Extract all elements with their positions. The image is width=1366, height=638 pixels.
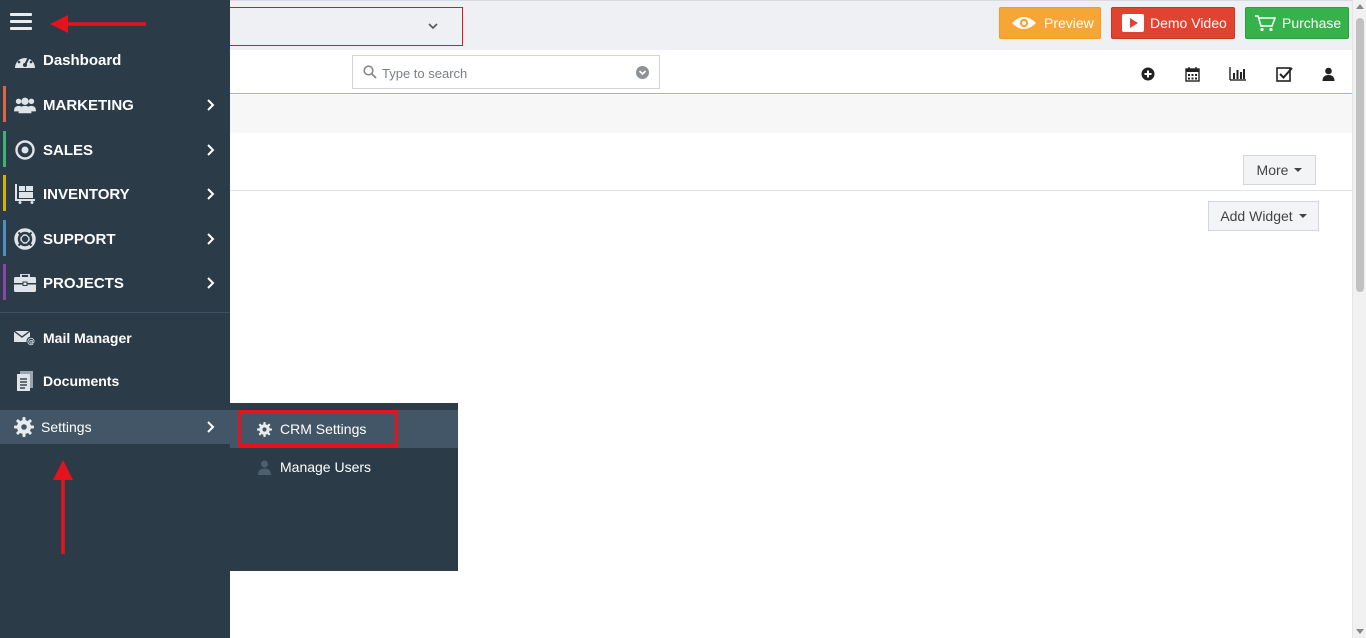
sidebar-item-inventory[interactable]: INVENTORY (0, 173, 230, 215)
sidebar-item-label: INVENTORY (43, 185, 130, 203)
demo-video-label: Demo Video (1150, 15, 1227, 31)
caret-down-icon (1294, 168, 1303, 172)
checkbox-icon[interactable] (1275, 65, 1293, 83)
lifebuoy-icon (14, 228, 36, 250)
target-icon (14, 140, 36, 160)
sidebar-item-marketing[interactable]: MARKETING (0, 84, 230, 126)
plus-circle-icon[interactable] (1139, 65, 1157, 83)
chevron-right-icon (207, 99, 215, 111)
eye-icon (1010, 15, 1038, 31)
sidebar-item-mail-manager[interactable]: @ Mail Manager (0, 317, 230, 359)
settings-submenu: CRM Settings Manage Users (230, 403, 458, 571)
sidebar-item-support[interactable]: SUPPORT (0, 218, 230, 260)
dashboard-icon (14, 50, 36, 70)
chevron-right-icon (207, 421, 215, 433)
chevron-right-icon (207, 277, 215, 289)
calendar-icon[interactable] (1183, 65, 1201, 83)
purchase-button[interactable]: Purchase (1245, 7, 1349, 39)
preview-label: Preview (1044, 15, 1094, 31)
sidebar-item-settings[interactable]: Settings (0, 410, 230, 444)
chevron-down-icon (428, 23, 438, 30)
submenu-item-crm-settings[interactable]: CRM Settings (230, 410, 458, 448)
module-select[interactable] (220, 7, 463, 46)
scroll-up-icon[interactable] (1356, 4, 1364, 9)
sidebar: Dashboard MARKETING SALES INVENTORY SUPP… (0, 0, 230, 638)
sidebar-item-label: Mail Manager (43, 330, 132, 346)
chevron-right-icon (207, 188, 215, 200)
sidebar-item-label: SUPPORT (43, 230, 116, 248)
users-icon (14, 95, 36, 115)
sidebar-item-dashboard[interactable]: Dashboard (0, 39, 230, 81)
mail-icon: @ (14, 328, 36, 348)
add-widget-label: Add Widget (1220, 208, 1293, 224)
submenu-item-manage-users[interactable]: Manage Users (230, 448, 458, 486)
gear-icon (256, 421, 272, 437)
sidebar-item-projects[interactable]: PROJECTS (0, 262, 230, 304)
submenu-item-label: Manage Users (280, 459, 372, 475)
accent-bar (3, 264, 6, 300)
accent-bar (3, 220, 6, 256)
demo-video-button[interactable]: Demo Video (1111, 7, 1235, 39)
sidebar-item-label: PROJECTS (43, 274, 124, 292)
chevron-right-icon (207, 144, 215, 156)
submenu-item-label: CRM Settings (280, 421, 367, 437)
cart-icon (1254, 14, 1276, 32)
sidebar-item-label: Settings (41, 419, 92, 435)
accent-bar (3, 175, 6, 211)
sidebar-item-sales[interactable]: SALES (0, 129, 230, 171)
video-play-icon (1122, 14, 1144, 32)
accent-bar (3, 86, 6, 122)
bar-chart-icon[interactable] (1228, 65, 1246, 83)
document-icon (14, 371, 36, 391)
divider (230, 190, 1352, 191)
scrollbar-thumb[interactable] (1356, 18, 1364, 292)
user-icon[interactable] (1319, 65, 1337, 83)
purchase-label: Purchase (1282, 15, 1342, 31)
svg-text:@: @ (27, 337, 35, 346)
scroll-down-icon[interactable] (1356, 629, 1364, 634)
sidebar-item-label: SALES (43, 141, 94, 159)
vertical-scrollbar[interactable] (1352, 0, 1366, 638)
sidebar-item-label: Documents (43, 373, 120, 389)
add-widget-button[interactable]: Add Widget (1208, 201, 1319, 231)
more-label: More (1256, 162, 1289, 178)
user-icon (256, 459, 272, 475)
accent-bar (3, 131, 6, 167)
boxes-icon (14, 184, 36, 204)
sidebar-item-documents[interactable]: Documents (0, 360, 230, 402)
gear-icon (13, 417, 35, 437)
sidebar-item-label: Dashboard (43, 51, 122, 69)
global-search[interactable] (352, 55, 660, 89)
caret-down-icon (1298, 214, 1307, 218)
search-input[interactable] (382, 63, 622, 83)
hamburger-menu-icon[interactable] (10, 12, 32, 32)
more-button[interactable]: More (1243, 155, 1316, 185)
preview-button[interactable]: Preview (999, 7, 1101, 39)
sidebar-divider (0, 312, 230, 313)
chevron-right-icon (207, 233, 215, 245)
search-icon (363, 65, 377, 79)
sidebar-item-label: MARKETING (43, 96, 134, 114)
briefcase-icon (14, 273, 36, 293)
chevron-down-circle-icon[interactable] (636, 66, 649, 79)
